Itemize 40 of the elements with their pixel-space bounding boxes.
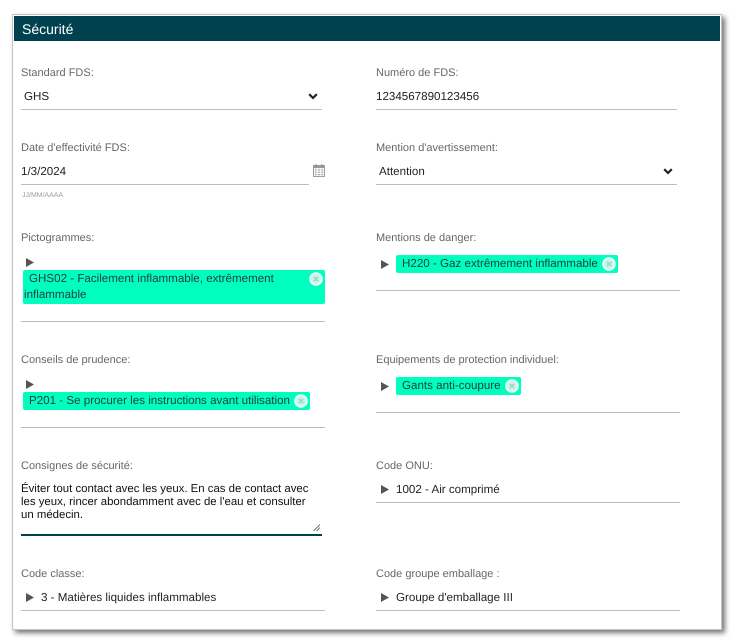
tag-chip[interactable]: Gants anti-coupure	[396, 377, 521, 395]
tag-chip[interactable]: P201 - Se procurer les instructions avant utilisation	[23, 392, 310, 410]
expand-triangle-icon[interactable]	[381, 484, 389, 494]
field-label: Standard FDS:	[21, 66, 95, 80]
lookup-field[interactable]: Groupe d'emballage III	[376, 587, 680, 611]
field-label: Code classe:	[21, 567, 86, 581]
field-label: Numéro de FDS:	[376, 66, 460, 80]
date-field[interactable]: 1/3/2024	[21, 161, 310, 185]
expand-triangle-icon[interactable]	[381, 260, 389, 268]
multi-select-field[interactable]: GHS02 - Facilement inflammable, extrêmement inflammable	[21, 251, 325, 322]
field-label: Code groupe emballage :	[376, 567, 501, 581]
tag-chip[interactable]: GHS02 - Facilement inflammable, extrêmement inflammable	[23, 270, 325, 304]
field-label: Pictogrammes:	[21, 231, 96, 245]
dropdown[interactable]: Attention	[376, 161, 677, 185]
field-label: Date d'effectivité FDS:	[21, 141, 131, 155]
tag-chip[interactable]: H220 - Gaz extrêmement inflammable	[396, 255, 618, 273]
dropdown[interactable]: GHS	[21, 86, 322, 110]
expand-triangle-icon[interactable]	[381, 382, 389, 390]
expand-triangle-icon[interactable]	[26, 380, 34, 389]
chevron-down-icon	[308, 92, 318, 100]
chevron-down-icon	[663, 168, 673, 174]
expand-triangle-icon[interactable]	[381, 592, 389, 602]
resize-grip-icon[interactable]	[313, 524, 320, 531]
field-label: Consignes de sécurité:	[21, 459, 134, 473]
multi-select-field[interactable]: Gants anti-coupure	[376, 373, 680, 413]
expand-triangle-icon[interactable]	[26, 592, 34, 602]
field-label: Equipements de protection individuel:	[376, 353, 560, 367]
text-field[interactable]: 1234567890123456	[376, 86, 677, 110]
multi-select-field[interactable]: P201 - Se procurer les instructions avant utilisation	[21, 373, 325, 428]
multi-select-field[interactable]: H220 - Gaz extrêmement inflammable	[376, 251, 680, 291]
panel-title: Sécurité	[22, 20, 74, 36]
expand-triangle-icon[interactable]	[26, 258, 34, 267]
lookup-field[interactable]: 3 - Matières liquides inflammables	[21, 587, 325, 611]
field-label: Conseils de prudence:	[21, 353, 132, 367]
field-label: Mentions de danger:	[376, 231, 478, 245]
lookup-field[interactable]: 1002 - Air comprimé	[376, 479, 680, 503]
calendar-icon[interactable]	[313, 164, 325, 176]
text-area[interactable]: Éviter tout contact avec les yeux. En cas de contact avec les yeux, rincer abondamment avec de l'eau et consulter un médecin.	[21, 479, 322, 536]
field-label: Mention d'avertissement:	[376, 141, 499, 155]
field-label: Code ONU:	[376, 459, 434, 473]
